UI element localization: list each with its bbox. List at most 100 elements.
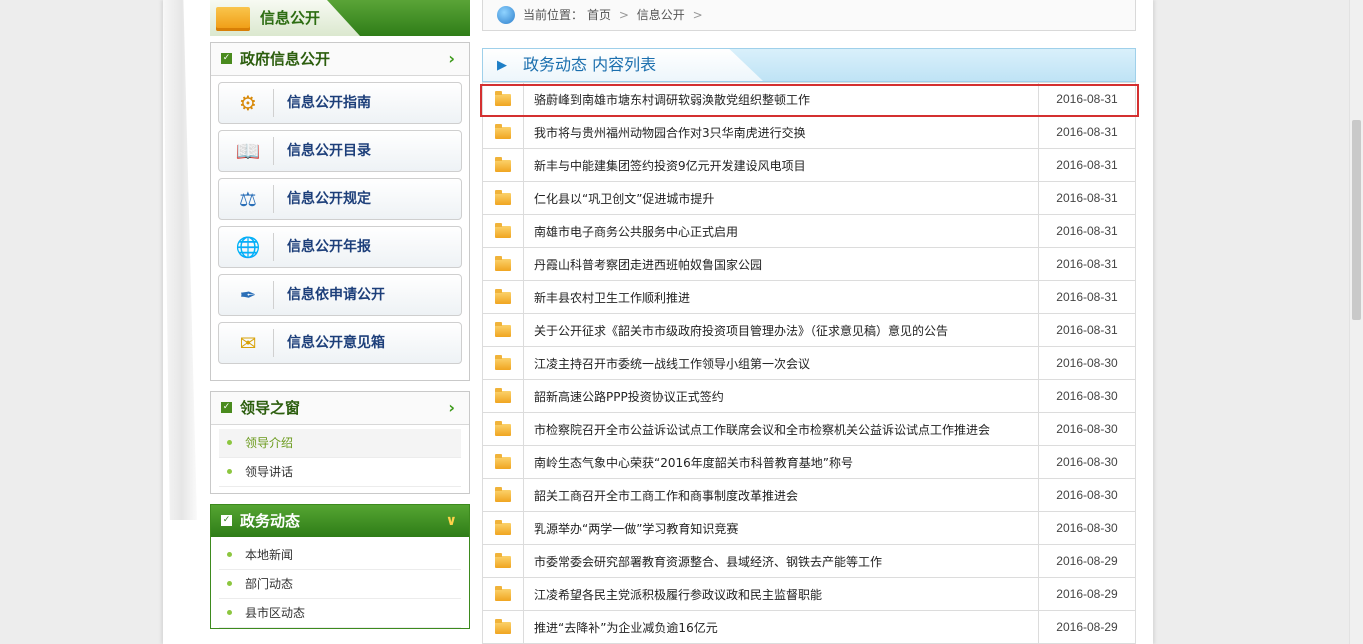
leader-box: ✓ 领导之窗 › 领导介绍 领导讲话 bbox=[210, 391, 470, 494]
news-date: 2016-08-30 bbox=[1038, 346, 1136, 380]
folder-icon bbox=[495, 255, 511, 271]
left-sidebar: 信息公开 ✓ 政府信息公开 › ⚙ 信息公开指南 📖 信息公开目录 ⚖ 信息公开规定 🌐 信息… bbox=[210, 0, 470, 629]
news-date: 2016-08-29 bbox=[1038, 610, 1136, 644]
news-title-link[interactable]: 关于公开征求《韶关市市级政府投资项目管理办法》（征求意见稿）意见的公告 bbox=[523, 313, 1039, 347]
news-title-link[interactable]: 南雄市电子商务公共服务中心正式启用 bbox=[523, 214, 1039, 248]
news-title-link[interactable]: 南岭生态气象中心荣获“2016年度韶关市科普教育基地”称号 bbox=[523, 445, 1039, 479]
news-title-link[interactable]: 江凌主持召开市委统一战线工作领导小组第一次会议 bbox=[523, 346, 1039, 380]
row-icon-cell bbox=[482, 313, 524, 347]
news-date: 2016-08-31 bbox=[1038, 148, 1136, 182]
gov-info-button[interactable]: 🌐 信息公开年报 bbox=[218, 226, 462, 268]
gov-info-button-label: 信息公开指南 bbox=[287, 95, 371, 111]
news-title-link[interactable]: 乳源举办“两学一做”学习教育知识竞赛 bbox=[523, 511, 1039, 545]
table-row[interactable]: 新丰县农村卫生工作顺利推进 2016-08-31 bbox=[482, 280, 1136, 314]
gear-folder-icon: ⚙ bbox=[229, 89, 274, 117]
news-date: 2016-08-31 bbox=[1038, 313, 1136, 347]
row-icon-cell bbox=[482, 148, 524, 182]
news-title-link[interactable]: 江凌希望各民主党派积极履行参政议政和民主监督职能 bbox=[523, 577, 1039, 611]
row-icon-cell bbox=[482, 280, 524, 314]
folder-icon bbox=[495, 585, 511, 601]
folder-icon bbox=[495, 222, 511, 238]
news-title-link[interactable]: 韶新高速公路PPP投资协议正式签约 bbox=[523, 379, 1039, 413]
row-icon-cell bbox=[482, 181, 524, 215]
news-date: 2016-08-30 bbox=[1038, 412, 1136, 446]
leader-title-bar[interactable]: ✓ 领导之窗 › bbox=[211, 392, 469, 425]
table-row[interactable]: 我市将与贵州福州动物园合作对3只华南虎进行交换 2016-08-31 bbox=[482, 115, 1136, 149]
row-icon-cell bbox=[482, 82, 524, 116]
table-row[interactable]: 推进“去降补”为企业减负逾16亿元 2016-08-29 bbox=[482, 610, 1136, 644]
breadcrumb-home-link[interactable]: 首页 bbox=[587, 8, 611, 22]
checkbox-square-icon: ✓ bbox=[221, 402, 232, 413]
gov-info-button[interactable]: ✉ 信息公开意见箱 bbox=[218, 322, 462, 364]
chevron-down-icon[interactable]: ∨ bbox=[446, 505, 457, 537]
row-icon-cell bbox=[482, 511, 524, 545]
news-title-link[interactable]: 仁化县以“巩卫创文”促进城市提升 bbox=[523, 181, 1039, 215]
table-row[interactable]: 仁化县以“巩卫创文”促进城市提升 2016-08-31 bbox=[482, 181, 1136, 215]
folder-icon bbox=[495, 90, 511, 106]
list-header: ▶ 政务动态 内容列表 bbox=[482, 48, 1136, 82]
table-row[interactable]: 市检察院召开全市公益诉讼试点工作联席会议和全市检察机关公益诉讼试点工作推进会 20… bbox=[482, 412, 1136, 446]
gov-info-button[interactable]: 📖 信息公开目录 bbox=[218, 130, 462, 172]
breadcrumb: 当前位置： 首页 > 信息公开 > bbox=[482, 0, 1136, 31]
chevron-right-icon[interactable]: › bbox=[448, 43, 455, 75]
news-date: 2016-08-30 bbox=[1038, 379, 1136, 413]
row-icon-cell bbox=[482, 544, 524, 578]
news-title-link[interactable]: 丹霞山科普考察团走进西班帕奴鲁国家公园 bbox=[523, 247, 1039, 281]
news-title-link[interactable]: 推进“去降补”为企业减负逾16亿元 bbox=[523, 610, 1039, 644]
gov-affairs-title-bar[interactable]: ✓ 政务动态 ∨ bbox=[211, 505, 469, 537]
leader-title: 领导之窗 bbox=[240, 399, 301, 417]
gov-info-button-label: 信息公开规定 bbox=[287, 191, 371, 207]
gov-info-button-label: 信息公开年报 bbox=[287, 239, 371, 255]
table-row[interactable]: 骆蔚峰到南雄市塘东村调研软弱涣散党组织整顿工作 2016-08-31 bbox=[482, 82, 1136, 116]
news-title-link[interactable]: 骆蔚峰到南雄市塘东村调研软弱涣散党组织整顿工作 bbox=[523, 82, 1039, 116]
table-row[interactable]: 新丰与中能建集团签约投资9亿元开发建设风电项目 2016-08-31 bbox=[482, 148, 1136, 182]
gov-affairs-item-local-news[interactable]: 本地新闻 bbox=[219, 541, 461, 570]
table-row[interactable]: 丹霞山科普考察团走进西班帕奴鲁国家公园 2016-08-31 bbox=[482, 247, 1136, 281]
news-title-link[interactable]: 市检察院召开全市公益诉讼试点工作联席会议和全市检察机关公益诉讼试点工作推进会 bbox=[523, 412, 1039, 446]
table-row[interactable]: 乳源举办“两学一做”学习教育知识竞赛 2016-08-30 bbox=[482, 511, 1136, 545]
news-date: 2016-08-31 bbox=[1038, 181, 1136, 215]
checkbox-square-icon: ✓ bbox=[221, 53, 232, 64]
news-title-link[interactable]: 新丰与中能建集团签约投资9亿元开发建设风电项目 bbox=[523, 148, 1039, 182]
row-icon-cell bbox=[482, 577, 524, 611]
gov-info-button[interactable]: ⚙ 信息公开指南 bbox=[218, 82, 462, 124]
folder-icon bbox=[495, 321, 511, 337]
gov-info-button[interactable]: ⚖ 信息公开规定 bbox=[218, 178, 462, 220]
gov-info-button-label: 信息公开目录 bbox=[287, 143, 371, 159]
folder-icon bbox=[495, 189, 511, 205]
gov-info-button[interactable]: ✒ 信息依申请公开 bbox=[218, 274, 462, 316]
breadcrumb-current[interactable]: 信息公开 bbox=[637, 8, 685, 22]
gov-info-button-label: 信息依申请公开 bbox=[287, 287, 385, 303]
gov-affairs-box: ✓ 政务动态 ∨ 本地新闻 部门动态 县市区动态 bbox=[210, 504, 470, 629]
table-row[interactable]: 韶关工商召开全市工商工作和商事制度改革推进会 2016-08-30 bbox=[482, 478, 1136, 512]
news-date: 2016-08-31 bbox=[1038, 214, 1136, 248]
news-table: 骆蔚峰到南雄市塘东村调研软弱涣散党组织整顿工作 2016-08-31 我市将与贵州福… bbox=[482, 82, 1136, 644]
table-row[interactable]: 市委常委会研究部署教育资源整合、县域经济、钢铁去产能等工作 2016-08-29 bbox=[482, 544, 1136, 578]
leader-item-speech[interactable]: 领导讲话 bbox=[219, 458, 461, 487]
news-date: 2016-08-29 bbox=[1038, 577, 1136, 611]
news-title-link[interactable]: 韶关工商召开全市工商工作和商事制度改革推进会 bbox=[523, 478, 1039, 512]
book-icon: 📖 bbox=[229, 137, 274, 165]
table-row[interactable]: 南岭生态气象中心荣获“2016年度韶关市科普教育基地”称号 2016-08-30 bbox=[482, 445, 1136, 479]
folder-icon bbox=[495, 519, 511, 535]
table-row[interactable]: 韶新高速公路PPP投资协议正式签约 2016-08-30 bbox=[482, 379, 1136, 413]
gov-affairs-item-county[interactable]: 县市区动态 bbox=[219, 599, 461, 628]
news-date: 2016-08-31 bbox=[1038, 280, 1136, 314]
gov-info-title-bar[interactable]: ✓ 政府信息公开 › bbox=[211, 43, 469, 76]
table-row[interactable]: 江凌希望各民主党派积极履行参政议政和民主监督职能 2016-08-29 bbox=[482, 577, 1136, 611]
news-date: 2016-08-30 bbox=[1038, 445, 1136, 479]
scrollbar-thumb[interactable] bbox=[1352, 120, 1361, 320]
breadcrumb-prefix: 当前位置： bbox=[523, 8, 584, 22]
table-row[interactable]: 江凌主持召开市委统一战线工作领导小组第一次会议 2016-08-30 bbox=[482, 346, 1136, 380]
news-title-link[interactable]: 市委常委会研究部署教育资源整合、县域经济、钢铁去产能等工作 bbox=[523, 544, 1039, 578]
news-title-link[interactable]: 我市将与贵州福州动物园合作对3只华南虎进行交换 bbox=[523, 115, 1039, 149]
table-row[interactable]: 关于公开征求《韶关市市级政府投资项目管理办法》（征求意见稿）意见的公告 2016-… bbox=[482, 313, 1136, 347]
table-row[interactable]: 南雄市电子商务公共服务中心正式启用 2016-08-31 bbox=[482, 214, 1136, 248]
news-title-link[interactable]: 新丰县农村卫生工作顺利推进 bbox=[523, 280, 1039, 314]
scrollbar[interactable] bbox=[1349, 0, 1363, 644]
row-icon-cell bbox=[482, 610, 524, 644]
leader-item-intro[interactable]: 领导介绍 bbox=[219, 429, 461, 458]
gov-affairs-item-dept[interactable]: 部门动态 bbox=[219, 570, 461, 599]
gov-info-title: 政府信息公开 bbox=[240, 50, 331, 68]
chevron-right-icon[interactable]: › bbox=[448, 392, 455, 424]
